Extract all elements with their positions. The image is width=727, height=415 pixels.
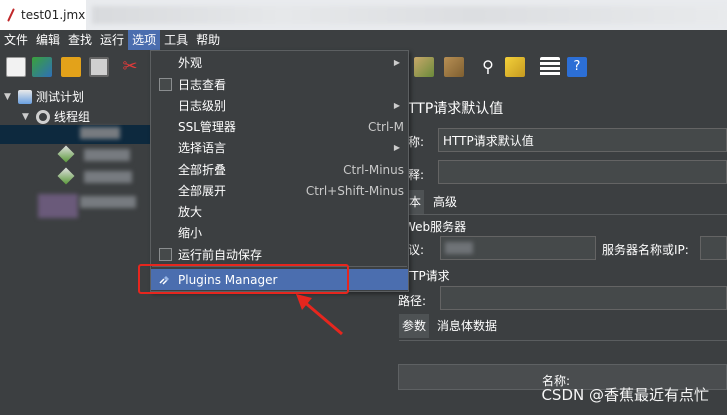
protocol-label: 议:	[408, 243, 425, 257]
menu-item-log-level[interactable]: 日志级别 ▶	[151, 95, 408, 116]
sampler-icon	[57, 145, 75, 163]
tree-node-thread-group[interactable]: ▼ 线程组	[22, 108, 90, 125]
chevron-down-icon[interactable]: ▼	[22, 112, 32, 122]
chevron-down-icon[interactable]: ▼	[4, 92, 14, 102]
menu-item-label: 外观	[178, 56, 203, 70]
new-icon[interactable]	[6, 57, 26, 77]
sampler-icon	[57, 167, 75, 185]
file-tab-title: test01.jmx	[21, 8, 86, 22]
checkbox-icon[interactable]	[159, 248, 172, 261]
protocol-field[interactable]	[440, 236, 596, 260]
broom-icon[interactable]	[505, 57, 525, 77]
menu-search[interactable]: 查找	[64, 30, 96, 50]
window-title-bar: test01.jmx	[0, 0, 727, 30]
menu-item-label: 运行前自动保存	[178, 248, 263, 262]
name-label: 称:	[408, 135, 425, 149]
server-label: 服务器名称或IP:	[602, 243, 689, 257]
help-icon[interactable]: ?	[567, 57, 587, 77]
tab-body-data[interactable]: 消息体数据	[434, 314, 500, 338]
menu-item-log-viewer[interactable]: 日志查看	[151, 74, 408, 95]
tree-label: 线程组	[54, 110, 91, 124]
csdn-watermark: CSDN @香蕉最近有点忙	[541, 386, 709, 404]
web-server-label: Web服务器	[404, 220, 467, 234]
menu-item-auto-save[interactable]: 运行前自动保存	[151, 244, 408, 265]
blurred-node	[84, 171, 132, 183]
menu-file[interactable]: 文件	[0, 30, 32, 50]
menu-run[interactable]: 运行	[96, 30, 128, 50]
menu-tools[interactable]: 工具	[160, 30, 192, 50]
menu-options[interactable]: 选项	[128, 30, 161, 50]
menu-item-label: 日志查看	[178, 78, 227, 92]
gear-icon	[36, 109, 50, 124]
divider	[408, 214, 727, 215]
checkbox-icon[interactable]	[159, 78, 172, 91]
menu-item-choose-language[interactable]: 选择语言 ▶	[151, 137, 408, 158]
menu-item-shortcut: Ctrl-M	[367, 119, 404, 134]
open-icon[interactable]	[61, 57, 81, 77]
test-plan-icon	[18, 89, 32, 104]
menu-item-ssl-manager[interactable]: SSL管理器 Ctrl-M	[151, 116, 408, 137]
file-tab[interactable]: test01.jmx	[0, 0, 86, 30]
menu-bar: 文件 编辑 查找 运行 选项 工具 帮助	[0, 30, 727, 50]
menu-item-expand-all[interactable]: 全部展开 Ctrl+Shift-Minus	[151, 180, 408, 201]
clear-all-icon[interactable]	[444, 57, 464, 77]
blurred-node	[38, 194, 78, 218]
menu-edit[interactable]: 编辑	[32, 30, 64, 50]
menu-item-label: 放大	[178, 205, 203, 219]
templates-icon[interactable]	[32, 57, 52, 77]
menu-item-zoom-in[interactable]: 放大	[151, 201, 408, 222]
menu-item-label: SSL管理器	[178, 120, 236, 134]
menu-item-collapse-all[interactable]: 全部折叠 Ctrl-Minus	[151, 159, 408, 180]
search-icon[interactable]: ⚲	[478, 57, 498, 77]
cut-icon[interactable]: ✂	[120, 57, 140, 77]
menu-help[interactable]: 帮助	[192, 30, 224, 50]
save-icon[interactable]	[89, 57, 109, 77]
blurred-value	[445, 242, 473, 254]
selected-tree-row	[0, 125, 150, 144]
path-field[interactable]	[440, 286, 727, 310]
submenu-arrow-icon: ▶	[393, 143, 400, 152]
divider	[399, 340, 727, 341]
tree-node-test-plan[interactable]: ▼ 测试计划	[4, 88, 84, 105]
blurred-title-area	[92, 6, 727, 24]
menu-item-label: 全部展开	[178, 184, 227, 198]
menu-item-label: 选择语言	[178, 141, 227, 155]
blurred-node	[80, 127, 120, 139]
name-field[interactable]: HTTP请求默认值	[438, 128, 727, 152]
tab-advanced[interactable]: 高级	[430, 190, 460, 214]
menu-item-appearance[interactable]: 外观 ▶	[151, 52, 408, 73]
comment-field[interactable]	[438, 160, 727, 184]
menu-item-label: 缩小	[178, 226, 203, 240]
jmeter-feather-icon	[7, 8, 15, 22]
tab-parameters[interactable]: 参数	[399, 314, 430, 338]
panel-title: TTP请求默认值	[408, 101, 504, 117]
comment-label: 释:	[408, 168, 425, 182]
menu-item-shortcut: Ctrl+Shift-Minus	[305, 183, 404, 198]
options-dropdown-menu: 外观 ▶ 日志查看 日志级别 ▶ SSL管理器 Ctrl-M 选择语言 ▶ 全部…	[150, 50, 409, 292]
function-helper-icon[interactable]	[540, 57, 560, 77]
submenu-arrow-icon: ▶	[393, 58, 400, 67]
blurred-node	[80, 196, 136, 208]
tree-node-sampler[interactable]	[57, 145, 75, 163]
clear-icon[interactable]	[414, 57, 434, 77]
http-request-label: TTP请求	[404, 269, 450, 283]
menu-item-label: 日志级别	[178, 99, 227, 113]
annotation-arrow-icon	[296, 294, 343, 336]
menu-item-shortcut: Ctrl-Minus	[343, 162, 404, 177]
path-label: 路径:	[398, 294, 427, 308]
tree-node-sampler[interactable]	[57, 167, 75, 185]
tree-label: 测试计划	[36, 90, 85, 104]
menu-item-label: 全部折叠	[178, 163, 227, 177]
submenu-arrow-icon: ▶	[393, 101, 400, 110]
server-field[interactable]	[700, 236, 727, 260]
blurred-node	[84, 149, 130, 161]
menu-item-zoom-out[interactable]: 缩小	[151, 222, 408, 243]
